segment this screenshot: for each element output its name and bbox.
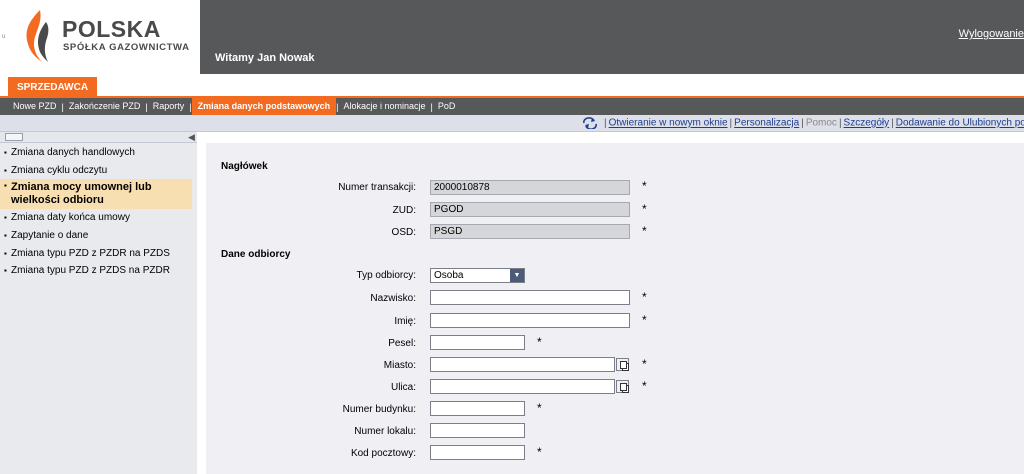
building-no-input[interactable]: [430, 401, 525, 416]
zud-label: ZUD:: [392, 205, 416, 216]
building-no-label: Numer budynku:: [342, 404, 416, 415]
first-name-input[interactable]: [430, 313, 630, 328]
link-separator: |: [604, 117, 607, 129]
logout-link[interactable]: Wylogowanie: [959, 28, 1024, 40]
osd-field: PSGD: [430, 224, 630, 239]
back-forward-icon[interactable]: [582, 117, 598, 129]
city-label: Miasto:: [383, 360, 416, 371]
required-mark: *: [642, 313, 647, 327]
logo: u POLSKA SPÓŁKA GAZOWNICTWA: [0, 0, 200, 74]
personalize-link[interactable]: Personalizacja: [734, 118, 799, 129]
sidebar-gutter: [197, 132, 206, 474]
required-mark: *: [537, 335, 542, 349]
header-bar: Witamy Jan Nowak Wylogowanie: [200, 0, 1024, 74]
sidebar-resize-handle[interactable]: [5, 133, 23, 141]
section-header-title: Nagłówek: [221, 161, 268, 172]
link-separator: |: [838, 117, 842, 129]
welcome-text: Witamy Jan Nowak: [215, 52, 315, 64]
street-label: Ulica:: [390, 382, 416, 393]
add-favorites-link[interactable]: Dodawanie do Ulubionych porta: [896, 118, 1024, 129]
brand-subtitle: SPÓŁKA GAZOWNICTWA: [63, 42, 190, 53]
main-form: Nagłówek Numer transakcji: 2000010878 * …: [206, 143, 1024, 474]
required-mark: *: [642, 179, 647, 193]
customer-type-value: Osoba: [434, 270, 464, 281]
osd-label: OSD:: [391, 227, 416, 238]
sidebar-toolbar: ◀: [0, 132, 197, 143]
sidebar-item-contract-end-date[interactable]: Zmiana daty końca umowy: [4, 211, 196, 224]
open-new-window-link[interactable]: Otwieranie w nowym oknie: [609, 118, 728, 129]
collapse-left-icon[interactable]: ◀: [188, 132, 195, 143]
unit-no-input[interactable]: [430, 423, 525, 438]
details-link[interactable]: Szczegóły: [844, 118, 890, 129]
nav-pod[interactable]: PoD: [433, 98, 461, 115]
sidebar-item-reading-cycle[interactable]: Zmiana cyklu odczytu: [4, 164, 196, 177]
sidebar-item-pzds-to-pzdr[interactable]: Zmiana typu PZD z PZDS na PZDR: [4, 264, 196, 277]
role-tabbar: SPRZEDAWCA: [0, 74, 1024, 98]
help-link: Pomoc: [805, 117, 837, 129]
nav-end-pzd[interactable]: Zakończenie PZD: [64, 98, 146, 115]
nav-allocations[interactable]: Alokacje i nominacje: [338, 98, 430, 115]
link-separator: |: [801, 117, 804, 129]
tab-seller[interactable]: SPRZEDAWCA: [8, 77, 97, 98]
required-mark: *: [642, 290, 647, 304]
required-mark: *: [642, 357, 647, 371]
customer-type-select[interactable]: Osoba ▼: [430, 268, 525, 283]
sidebar-item-trade-data[interactable]: Zmiana danych handlowych: [4, 146, 196, 159]
portal-links-bar: | Otwieranie w nowym oknie | Personalizacja…: [0, 115, 1024, 132]
nav-new-pzd[interactable]: Nowe PZD: [8, 98, 62, 115]
surname-input[interactable]: [430, 290, 630, 305]
header: u POLSKA SPÓŁKA GAZOWNICTWA Witamy Jan N…: [0, 0, 1024, 74]
value-help-icon[interactable]: [616, 380, 629, 393]
first-name-label: Imię:: [394, 316, 416, 327]
section-customer-title: Dane odbiorcy: [221, 249, 291, 260]
top-navigation: Nowe PZD | Zakończenie PZD | Raporty | Z…: [0, 98, 1024, 115]
required-mark: *: [537, 445, 542, 459]
logo-dot: u: [2, 34, 6, 40]
sidebar: Zmiana danych handlowych Zmiana cyklu od…: [0, 143, 197, 474]
chevron-down-icon[interactable]: ▼: [510, 269, 524, 282]
transaction-no-label: Numer transakcji:: [338, 182, 416, 193]
transaction-no-field: 2000010878: [430, 180, 630, 195]
pesel-input[interactable]: [430, 335, 525, 350]
surname-label: Nazwisko:: [370, 293, 416, 304]
link-separator: |: [891, 117, 894, 129]
brand-title: POLSKA: [62, 16, 161, 42]
city-input[interactable]: [430, 357, 615, 372]
sidebar-item-contract-capacity[interactable]: Zmiana mocy umownej lub wielkości odbior…: [0, 179, 192, 209]
unit-no-label: Numer lokalu:: [354, 426, 416, 437]
flame-logo-icon: [26, 10, 49, 62]
nav-reports[interactable]: Raporty: [148, 98, 190, 115]
required-mark: *: [642, 379, 647, 393]
pesel-label: Pesel:: [388, 338, 416, 349]
required-mark: *: [642, 202, 647, 216]
sidebar-item-data-inquiry[interactable]: Zapytanie o dane: [4, 229, 196, 242]
zud-field: PGOD: [430, 202, 630, 217]
customer-type-label: Typ odbiorcy:: [356, 270, 416, 281]
value-help-icon[interactable]: [616, 358, 629, 371]
sidebar-item-pzdr-to-pzds[interactable]: Zmiana typu PZD z PZDR na PZDS: [4, 247, 196, 260]
street-input[interactable]: [430, 379, 615, 394]
nav-change-basic-data[interactable]: Zmiana danych podstawowych: [191, 98, 337, 115]
required-mark: *: [537, 401, 542, 415]
postal-code-input[interactable]: [430, 445, 525, 460]
postal-code-label: Kod pocztowy:: [350, 448, 416, 459]
required-mark: *: [642, 224, 647, 238]
